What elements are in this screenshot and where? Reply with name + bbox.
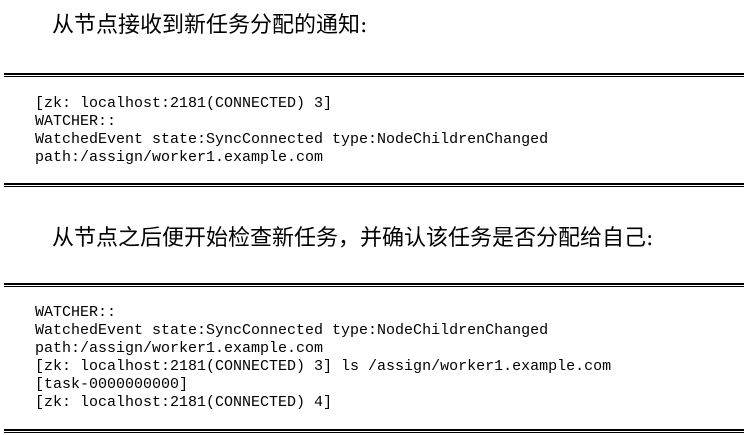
code-block-check-task: WATCHER:: WatchedEvent state:SyncConnect… xyxy=(35,304,611,412)
code-block-notification: [zk: localhost:2181(CONNECTED) 3] WATCHE… xyxy=(35,95,548,167)
code-block-top-rule xyxy=(4,283,744,287)
intro-paragraph-check-task: 从节点之后便开始检查新任务，并确认该任务是否分配给自己: xyxy=(52,226,654,251)
code-line: path:/assign/worker1.example.com xyxy=(35,149,324,166)
code-line: path:/assign/worker1.example.com xyxy=(35,340,324,357)
code-block-top-rule xyxy=(4,73,744,77)
code-line: [zk: localhost:2181(CONNECTED) 3] ls /as… xyxy=(35,358,612,375)
code-line: WatchedEvent state:SyncConnected type:No… xyxy=(35,131,549,148)
code-line: [zk: localhost:2181(CONNECTED) 4] xyxy=(35,394,333,411)
code-block-bottom-rule xyxy=(4,183,744,187)
code-line: WatchedEvent state:SyncConnected type:No… xyxy=(35,322,549,339)
code-line: WATCHER:: xyxy=(35,304,117,321)
code-block-bottom-rule xyxy=(4,429,744,433)
code-line: [zk: localhost:2181(CONNECTED) 3] xyxy=(35,95,333,112)
code-line: [task-0000000000] xyxy=(35,376,189,393)
code-line: WATCHER:: xyxy=(35,113,117,130)
intro-paragraph-notification: 从节点接收到新任务分配的通知: xyxy=(52,13,368,38)
